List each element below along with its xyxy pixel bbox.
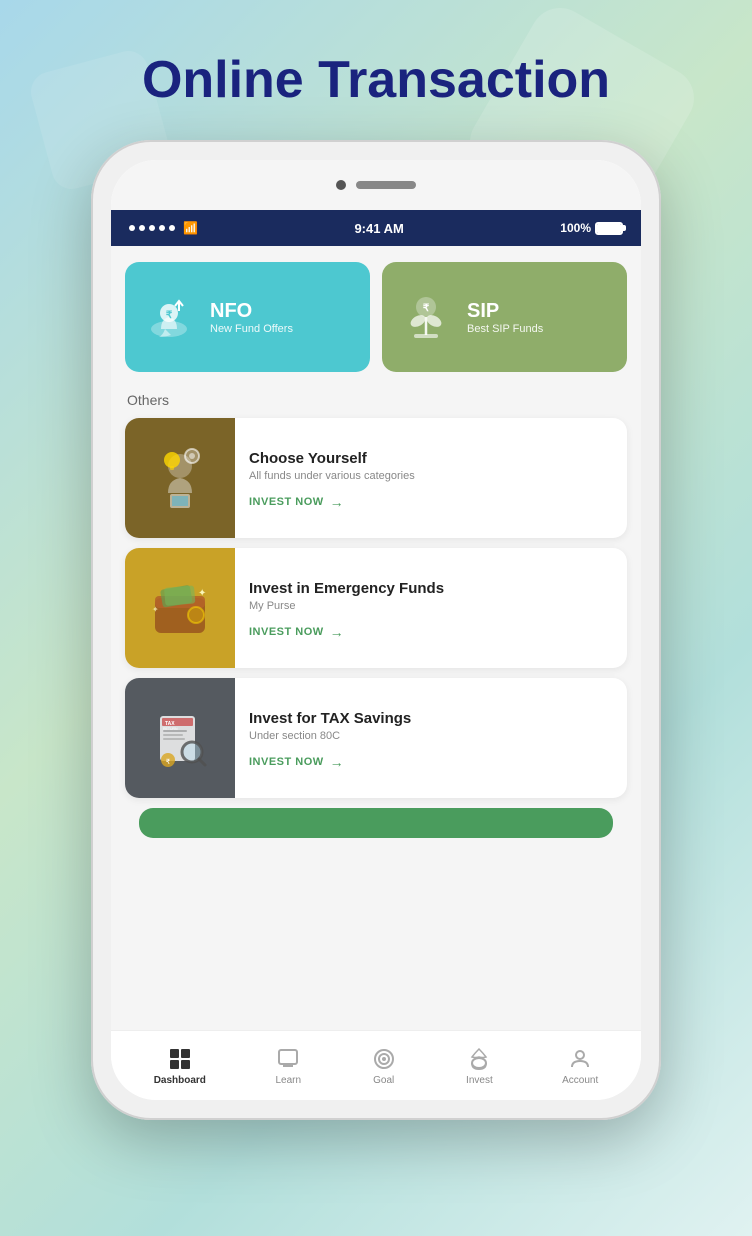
nav-item-goal[interactable]: Goal	[357, 1040, 411, 1092]
partial-card	[139, 808, 613, 838]
list-item[interactable]: TAX RETURN ₹	[125, 678, 627, 798]
phone-top-bar	[111, 160, 641, 210]
nav-item-account[interactable]: Account	[548, 1040, 612, 1092]
page-title: Online Transaction	[142, 50, 610, 110]
status-battery: 100%	[560, 221, 623, 235]
nav-item-dashboard[interactable]: Dashboard	[140, 1040, 220, 1092]
svg-text:₹: ₹	[422, 303, 429, 314]
signal-dot	[169, 225, 175, 231]
learn-icon	[275, 1046, 301, 1072]
signal-area: 📶	[129, 221, 198, 235]
emergency-funds-subtitle: My Purse	[249, 600, 613, 612]
choose-yourself-body: Choose Yourself All funds under various …	[235, 418, 627, 538]
tax-savings-image: TAX RETURN ₹	[125, 678, 235, 798]
top-cards-section: ₹ NFO New Fund Offers	[111, 246, 641, 388]
phone-frame: 📶 9:41 AM 100%	[91, 140, 661, 1120]
sip-subtitle: Best SIP Funds	[467, 323, 543, 335]
signal-dot	[149, 225, 155, 231]
emergency-funds-invest-btn[interactable]: INVEST NOW →	[249, 624, 613, 640]
nfo-card-text: NFO New Fund Offers	[210, 300, 293, 335]
list-cards-section: Choose Yourself All funds under various …	[111, 418, 641, 848]
account-icon	[567, 1046, 593, 1072]
svg-text:✦: ✦	[198, 588, 206, 599]
front-camera	[336, 180, 346, 190]
battery-bar	[595, 222, 623, 235]
sip-card[interactable]: ₹ SIP Best SIP Funds	[382, 262, 627, 372]
emergency-funds-title: Invest in Emergency Funds	[249, 580, 613, 597]
signal-dot	[129, 225, 135, 231]
status-time: 9:41 AM	[354, 221, 403, 236]
status-bar: 📶 9:41 AM 100%	[111, 210, 641, 246]
choose-yourself-invest-btn[interactable]: INVEST NOW →	[249, 494, 613, 510]
dashboard-label: Dashboard	[154, 1075, 206, 1086]
nav-item-invest[interactable]: Invest	[452, 1040, 507, 1092]
list-item[interactable]: ✦ ✦ Invest in Emergency Funds My Purse I…	[125, 548, 627, 668]
speaker	[356, 181, 416, 189]
tax-savings-invest-btn[interactable]: INVEST NOW →	[249, 754, 613, 770]
goal-icon	[371, 1046, 397, 1072]
signal-dot	[139, 225, 145, 231]
svg-text:₹: ₹	[166, 758, 171, 766]
arrow-icon: →	[330, 624, 345, 640]
tax-savings-body: Invest for TAX Savings Under section 80C…	[235, 678, 627, 798]
nfo-icon: ₹	[141, 290, 196, 345]
dashboard-icon	[167, 1046, 193, 1072]
account-label: Account	[562, 1075, 598, 1086]
invest-icon	[466, 1046, 492, 1072]
signal-dot	[159, 225, 165, 231]
arrow-icon: →	[330, 754, 345, 770]
phone-inner: 📶 9:41 AM 100%	[111, 160, 641, 1100]
nfo-card[interactable]: ₹ NFO New Fund Offers	[125, 262, 370, 372]
choose-yourself-title: Choose Yourself	[249, 450, 613, 467]
sip-title: SIP	[467, 300, 543, 323]
nfo-subtitle: New Fund Offers	[210, 323, 293, 335]
bottom-nav: Dashboard Learn	[111, 1030, 641, 1100]
emergency-funds-image: ✦ ✦	[125, 548, 235, 668]
wifi-icon: 📶	[183, 221, 198, 235]
invest-label: Invest	[466, 1075, 493, 1086]
nfo-title: NFO	[210, 300, 293, 323]
choose-yourself-image	[125, 418, 235, 538]
choose-yourself-subtitle: All funds under various categories	[249, 470, 613, 482]
learn-label: Learn	[276, 1075, 302, 1086]
svg-text:₹: ₹	[165, 310, 172, 321]
arrow-icon: →	[330, 494, 345, 510]
app-content: ₹ NFO New Fund Offers	[111, 246, 641, 1030]
battery-fill	[597, 224, 621, 233]
svg-text:✦: ✦	[152, 605, 159, 614]
sip-icon: ₹	[398, 290, 453, 345]
emergency-funds-body: Invest in Emergency Funds My Purse INVES…	[235, 548, 627, 668]
list-item[interactable]: Choose Yourself All funds under various …	[125, 418, 627, 538]
nav-item-learn[interactable]: Learn	[261, 1040, 315, 1092]
sip-card-text: SIP Best SIP Funds	[467, 300, 543, 335]
goal-label: Goal	[373, 1075, 394, 1086]
tax-savings-subtitle: Under section 80C	[249, 730, 613, 742]
tax-savings-title: Invest for TAX Savings	[249, 710, 613, 727]
others-label: Others	[111, 388, 641, 418]
